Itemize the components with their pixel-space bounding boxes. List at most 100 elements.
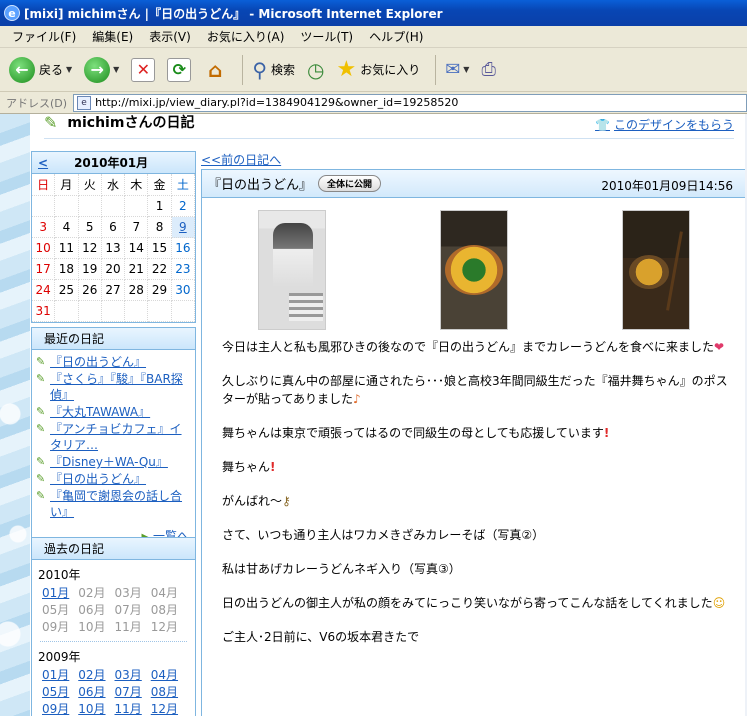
calendar-day — [55, 301, 79, 322]
recent-diary-item[interactable]: ✎ 『日の出うどん』 — [36, 354, 193, 370]
archive-month[interactable]: 01月 — [42, 585, 78, 601]
public-badge: 全体に公開 — [318, 175, 382, 192]
favorites-button[interactable]: ★ お気に入り — [333, 52, 423, 88]
mail-dropdown-icon[interactable]: ▼ — [463, 65, 469, 74]
pencil-icon: ✎ — [44, 114, 58, 132]
pencil-icon: ✎ — [36, 472, 46, 485]
archive-month[interactable]: 02月 — [78, 667, 114, 683]
paragraph-text: 舞ちゃんは東京で頑張ってはるので同級生の母としても応援しています — [222, 426, 604, 440]
calendar-day: 26 — [78, 280, 102, 301]
calendar-day: 19 — [78, 259, 102, 280]
calendar-day: 3 — [32, 217, 56, 238]
archive-month[interactable]: 07月 — [115, 684, 151, 700]
photo-curry-udon[interactable] — [622, 210, 690, 330]
recent-diary-item[interactable]: ✎ 『亀岡で謝恩会の話し合い』 — [36, 488, 193, 520]
archive-month[interactable]: 01月 — [42, 667, 78, 683]
ie-icon: e — [4, 5, 20, 21]
recent-diary-item[interactable]: ✎ 『さくら』『駿』『BAR探偵』 — [36, 371, 193, 403]
menu-tools[interactable]: ツール(T) — [294, 28, 359, 45]
forward-button[interactable]: → ▼ — [81, 52, 122, 88]
paragraph-text: 私は甘あげカレーうどんネギ入り（写真③） — [222, 562, 461, 576]
archive-month: 07月 — [114, 603, 142, 617]
archive-months: 01月 02月 03月 04月 05月 06月 07月 08月 09月 10月 11月 12月 — [32, 665, 195, 716]
address-input[interactable]: e http://mixi.jp/view_diary.pl?id=138490… — [73, 93, 747, 112]
archive-month: 02月 — [78, 586, 106, 600]
archive-month[interactable]: 08月 — [151, 684, 187, 700]
history-button[interactable]: ◷ — [304, 52, 327, 88]
paragraph-text: 日の出うどんの御主人が私の顔をみてにっこり笑いながら寄ってこんな話をしてくれまし… — [222, 596, 713, 610]
past-diaries-box: 過去の日記 2010年 01月 02月 03月 04月 05月 06月 07月 08月 09月 10… — [31, 537, 196, 716]
previous-diary-link[interactable]: <<前の日記へ — [201, 151, 281, 168]
entry-paragraph: さて、いつも通り主人はワカメきざみカレーそば（写真②） — [222, 526, 731, 544]
menu-view[interactable]: 表示(V) — [143, 28, 197, 45]
menu-file[interactable]: ファイル(F) — [6, 28, 82, 45]
calendar-day: 15 — [148, 238, 172, 259]
mail-button[interactable]: ✉ ▼ — [442, 52, 472, 88]
archive-month[interactable]: 09月 — [42, 701, 78, 716]
archive-month[interactable]: 11月 — [115, 701, 151, 716]
archive-month[interactable]: 03月 — [115, 667, 151, 683]
archive-month[interactable]: 10月 — [78, 701, 114, 716]
stop-button[interactable]: ✕ — [128, 52, 158, 88]
archive-month: 11月 — [114, 620, 142, 634]
calendar-prev-month[interactable]: < — [38, 156, 48, 170]
photo-curry-soba[interactable] — [440, 210, 508, 330]
menu-edit[interactable]: 編集(E) — [86, 28, 139, 45]
search-button[interactable]: ⚲ 検索 — [249, 52, 298, 88]
archive-month: 05月 — [42, 603, 70, 617]
print-button[interactable]: ⎙ — [478, 52, 498, 88]
home-button[interactable]: ⌂ — [200, 52, 230, 88]
forward-dropdown-icon[interactable]: ▼ — [113, 65, 119, 74]
menu-help[interactable]: ヘルプ(H) — [363, 28, 429, 45]
calendar-day: 29 — [148, 280, 172, 301]
toolbar-separator — [435, 54, 437, 85]
menu-favorites[interactable]: お気に入り(A) — [201, 28, 291, 45]
calendar-day[interactable]: 9 — [171, 217, 195, 238]
calendar-day: 10 — [32, 238, 56, 259]
refresh-icon: ⟳ — [167, 57, 192, 82]
recent-diary-item[interactable]: ✎ 『日の出うどん』 — [36, 471, 193, 487]
calendar-day: 24 — [32, 280, 56, 301]
search-icon: ⚲ — [252, 57, 267, 82]
calendar-day: 13 — [101, 238, 126, 259]
mail-icon: ✉ — [445, 59, 461, 80]
back-dropdown-icon[interactable]: ▼ — [66, 65, 72, 74]
calendar-day — [78, 196, 102, 217]
recent-diary-item[interactable]: ✎ 『大丸TAWAWA』 — [36, 404, 193, 420]
calendar-day: 16 — [171, 238, 195, 259]
address-bar: アドレス(D) e http://mixi.jp/view_diary.pl?i… — [0, 92, 747, 114]
photo-poster[interactable] — [258, 210, 326, 330]
archive-month[interactable]: 06月 — [78, 684, 114, 700]
paragraph-text: さて、いつも通り主人はワカメきざみカレーそば（写真②） — [222, 528, 545, 542]
get-design-link[interactable]: 👕 このデザインをもらう — [595, 116, 734, 133]
archive-month[interactable]: 05月 — [42, 684, 78, 700]
recent-diary-title: 『日の出うどん』 — [50, 355, 147, 369]
history-icon: ◷ — [307, 57, 325, 82]
calendar-day — [32, 196, 56, 217]
calendar-day — [125, 196, 149, 217]
calendar-day — [101, 301, 126, 322]
calendar-day: 8 — [148, 217, 172, 238]
entry-paragraph: 私は甘あげカレーうどんネギ入り（写真③） — [222, 560, 731, 578]
recent-diary-item[interactable]: ✎ 『Disney＋WA-Qu』 — [36, 454, 193, 470]
entry-body: 今日は主人と私も風邪ひきの後なので『日の出うどん』までカレーうどんを食べに来まし… — [202, 338, 747, 646]
archive-month: 08月 — [150, 603, 179, 617]
calendar-weekday: 水 — [101, 174, 126, 196]
entry-paragraph: 舞ちゃん ! — [222, 458, 731, 476]
archive-month: 04月 — [150, 586, 179, 600]
recent-diaries-box: 最近の日記 ✎ 『日の出うどん』 ✎ 『さくら』『駿』『BAR探偵』 ✎ 『大丸TAWAW… — [31, 327, 196, 549]
paragraph-text: 今日は主人と私も風邪ひきの後なので『日の出うどん』までカレーうどんを食べに来まし… — [222, 340, 715, 354]
refresh-button[interactable]: ⟳ — [164, 52, 194, 88]
get-design-label: このデザインをもらう — [613, 118, 734, 132]
back-button[interactable]: ← 戻る ▼ — [6, 52, 75, 88]
recent-diary-item[interactable]: ✎ 『アンチョビカフェ』イタリア… — [36, 421, 193, 453]
archive-month[interactable]: 12月 — [151, 701, 187, 716]
calendar-day: 17 — [32, 259, 56, 280]
page-icon: e — [77, 95, 92, 110]
calendar-day: 14 — [125, 238, 149, 259]
recent-diary-title: 『亀岡で謝恩会の話し合い』 — [50, 489, 183, 519]
paragraph-text: 舞ちゃん — [222, 460, 271, 474]
archive-month[interactable]: 04月 — [151, 667, 187, 683]
past-diaries-years: 2010年 01月 02月 03月 04月 05月 06月 07月 08月 09月 10月 11月 12… — [32, 560, 195, 716]
address-url: http://mixi.jp/view_diary.pl?id=13849041… — [95, 96, 459, 109]
